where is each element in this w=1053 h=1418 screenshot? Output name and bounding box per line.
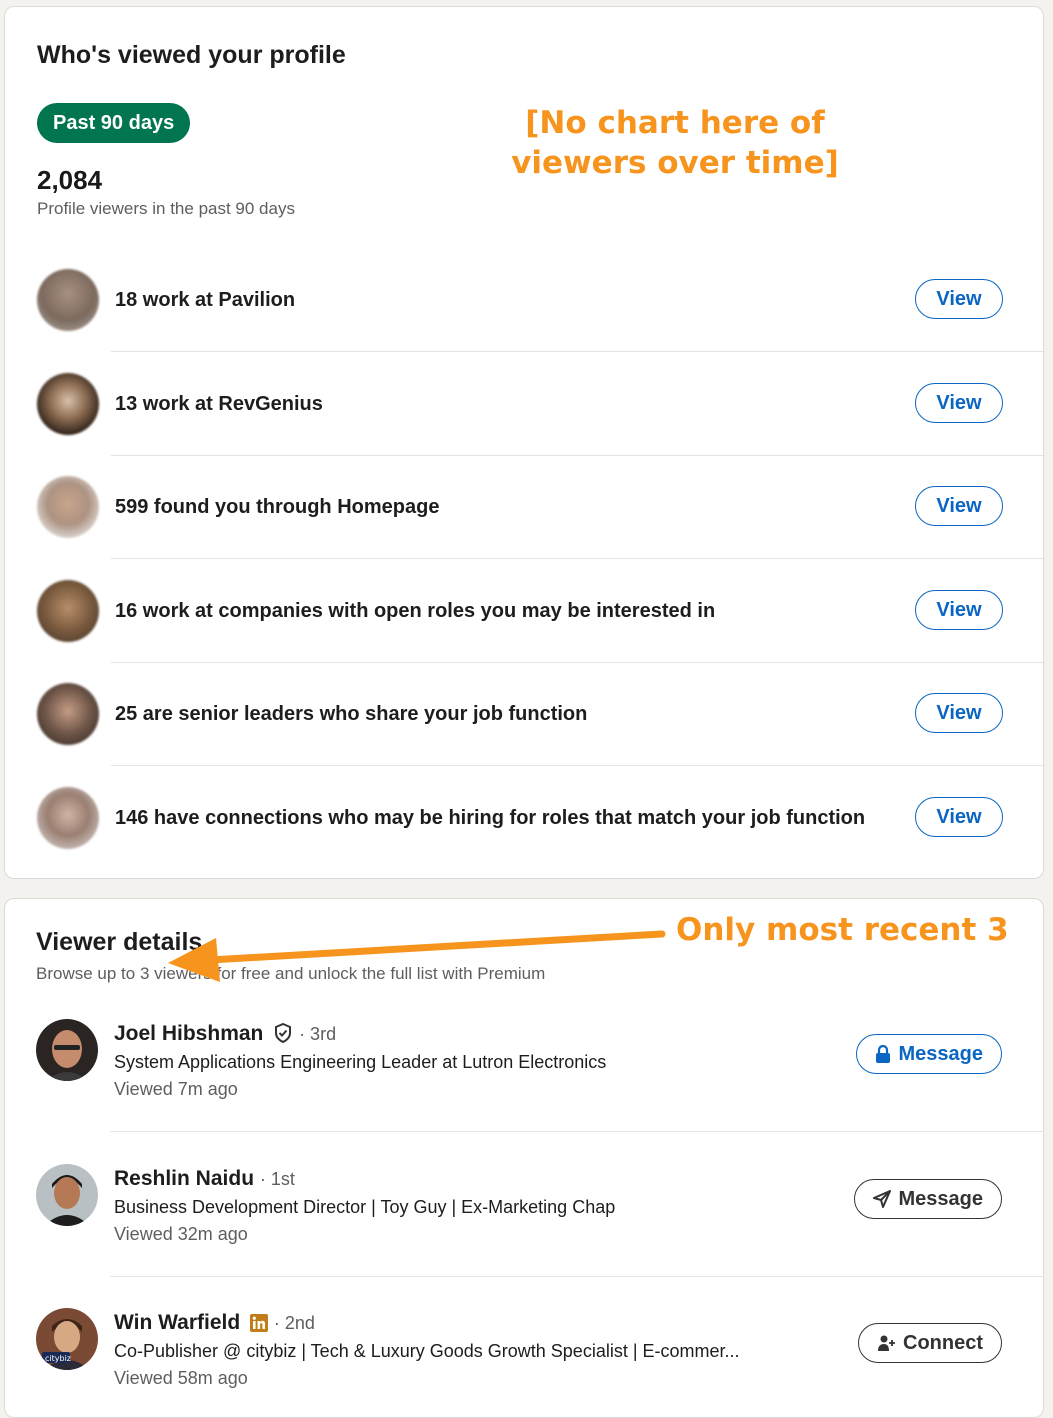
message-button[interactable]: Message <box>853 1179 1002 1219</box>
viewer-count: 2,084 <box>37 165 103 195</box>
avatar <box>37 580 99 642</box>
insight-row: 18 work at Pavilion View <box>5 248 1045 352</box>
avatar[interactable]: citybiz <box>36 1308 98 1370</box>
message-button-label: Message <box>898 1042 984 1065</box>
insight-text: 25 are senior leaders who share your job… <box>115 703 588 725</box>
card-title: Who's viewed your profile <box>37 41 346 69</box>
annotation-no-chart: [No chart here of viewers over time] <box>511 105 839 181</box>
avatar <box>37 787 99 849</box>
avatar[interactable] <box>36 1019 98 1081</box>
avatar <box>37 476 99 538</box>
insight-text: 599 found you through Homepage <box>115 496 440 518</box>
divider <box>110 1276 1044 1277</box>
insight-row: 146 have connections who may be hiring f… <box>5 766 1045 870</box>
connect-button-label: Connect <box>903 1331 983 1354</box>
viewer-item[interactable]: citybiz Win Warfield · 2nd Co-Publisher … <box>4 1308 1044 1400</box>
divider <box>110 1131 1044 1132</box>
profile-views-card: Who's viewed your profile Past 90 days 2… <box>4 6 1045 879</box>
view-button[interactable]: View <box>915 693 1003 733</box>
avatar <box>37 269 99 331</box>
viewed-time: Viewed 7m ago <box>114 1079 238 1099</box>
annotation-most-recent: Only most recent 3 <box>676 912 1009 948</box>
viewer-name[interactable]: Reshlin Naidu <box>114 1167 254 1190</box>
view-button[interactable]: View <box>915 383 1003 423</box>
avatar <box>37 683 99 745</box>
insight-row: 13 work at RevGenius View <box>5 352 1045 456</box>
annotation-arrow-icon <box>168 930 666 982</box>
message-button[interactable]: Message <box>855 1034 1002 1074</box>
insight-text: 18 work at Pavilion <box>115 289 296 311</box>
avatar <box>37 373 99 435</box>
date-range-pill[interactable]: Past 90 days <box>37 103 191 143</box>
viewer-name[interactable]: Joel Hibshman <box>114 1022 263 1045</box>
viewer-headline: System Applications Engineering Leader a… <box>114 1052 607 1072</box>
viewer-headline: Business Development Director | Toy Guy … <box>114 1197 616 1217</box>
view-button[interactable]: View <box>915 486 1003 526</box>
connection-degree: · 2nd <box>273 1313 315 1333</box>
insight-row: 16 work at companies with open roles you… <box>5 559 1045 663</box>
view-button[interactable]: View <box>915 279 1003 319</box>
insight-text: 16 work at companies with open roles you… <box>115 600 716 622</box>
insight-row: 25 are senior leaders who share your job… <box>5 662 1045 766</box>
viewed-time: Viewed 32m ago <box>114 1224 248 1244</box>
view-button[interactable]: View <box>915 590 1003 630</box>
connection-degree: · 1st <box>259 1169 295 1189</box>
linkedin-icon <box>250 1314 269 1338</box>
verified-shield-icon <box>273 1022 293 1049</box>
connection-degree: · 3rd <box>299 1024 337 1044</box>
svg-text:citybiz: citybiz <box>45 1354 71 1363</box>
viewer-headline: Co-Publisher @ citybiz | Tech & Luxury G… <box>114 1341 740 1361</box>
connect-button[interactable]: Connect <box>858 1323 1002 1363</box>
insight-text: 146 have connections who may be hiring f… <box>115 807 866 829</box>
avatar[interactable] <box>36 1164 98 1226</box>
add-person-icon <box>877 1334 895 1352</box>
insight-row: 599 found you through Homepage View <box>5 455 1045 559</box>
insight-text: 13 work at RevGenius <box>115 393 323 415</box>
viewer-item[interactable]: Joel Hibshman · 3rd System Applications … <box>4 1019 1044 1164</box>
viewer-count-label: Profile viewers in the past 90 days <box>37 199 295 218</box>
message-button-label: Message <box>898 1187 984 1210</box>
viewer-item[interactable]: Reshlin Naidu · 1st Business Development… <box>4 1164 1044 1309</box>
send-icon <box>872 1190 891 1208</box>
lock-icon <box>875 1045 891 1063</box>
view-button[interactable]: View <box>915 797 1003 837</box>
viewer-name[interactable]: Win Warfield <box>114 1311 240 1334</box>
viewed-time: Viewed 58m ago <box>114 1368 248 1388</box>
